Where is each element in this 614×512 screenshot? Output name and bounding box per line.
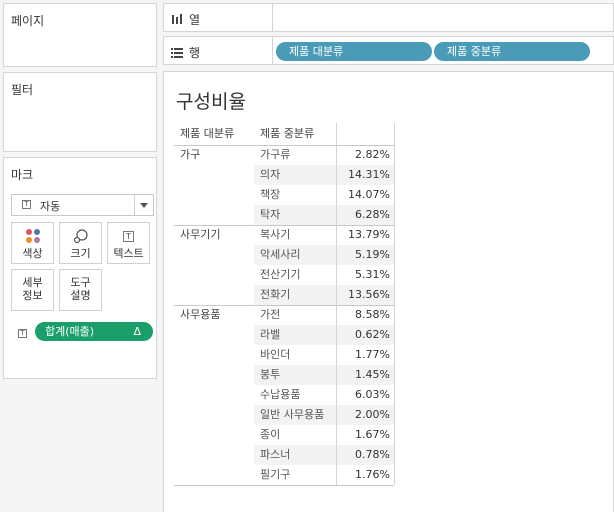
filters-card[interactable]: 필터	[3, 72, 157, 152]
header-major-category[interactable]: 제품 대분류	[174, 123, 254, 145]
measure-pill-sum-sales[interactable]: 합계(매출) Δ	[35, 322, 153, 341]
text-mark-icon: T	[22, 200, 31, 209]
table-row-value[interactable]: 0.62%	[336, 325, 394, 345]
marks-title: 마크	[11, 168, 34, 182]
category-cell[interactable]: 가구	[174, 145, 254, 165]
view-canvas: 구성비율 제품 대분류 제품 중분류 가구 가구류 2.82% 의자 14.31% 책장 1…	[163, 71, 614, 512]
category-cell[interactable]: 사무기기	[174, 225, 254, 245]
table-row-sub-category[interactable]: 바인더	[254, 345, 336, 365]
color-button[interactable]: 색상	[11, 222, 54, 264]
mark-type-dropdown[interactable]: T 자동	[11, 194, 154, 216]
table-row-sub-category[interactable]: 가구류	[254, 145, 336, 165]
category-cell[interactable]: 사무용품	[174, 305, 254, 325]
table-row-value[interactable]: 0.78%	[336, 445, 394, 465]
measure-pill-label: 합계(매출)	[45, 325, 95, 338]
table-row-value[interactable]: 2.00%	[336, 405, 394, 425]
column-divider	[336, 123, 337, 485]
size-icon	[73, 229, 88, 244]
color-dots-icon	[25, 229, 40, 243]
table-row-value[interactable]: 1.67%	[336, 425, 394, 445]
label-button[interactable]: T 텍스트	[107, 222, 150, 264]
group-divider	[174, 485, 394, 486]
tooltip-button[interactable]: 도구 설명	[59, 269, 102, 311]
table-row-value[interactable]: 1.77%	[336, 345, 394, 365]
view-title: 구성비율	[176, 91, 246, 113]
table-row-value[interactable]: 8.58%	[336, 305, 394, 325]
rows-shelf[interactable]: 행 제품 대분류 제품 중분류	[163, 36, 614, 65]
table-row-sub-category[interactable]: 복사기	[254, 225, 336, 245]
table-row-value[interactable]: 6.28%	[336, 205, 394, 225]
mark-type-label: 자동	[40, 200, 61, 213]
filters-title: 필터	[11, 83, 34, 97]
chevron-down-icon[interactable]	[140, 203, 148, 208]
size-button[interactable]: 크기	[59, 222, 102, 264]
table-row-value[interactable]: 13.56%	[336, 285, 394, 305]
rows-label: 행	[189, 46, 201, 60]
marks-card: 마크 T 자동 색상 크기 T 텍스트 세부 정보 도구 설명 T 합계(매출)…	[3, 157, 157, 379]
rows-icon	[171, 47, 183, 58]
table-row-value[interactable]: 14.31%	[336, 165, 394, 185]
column-divider	[394, 123, 395, 485]
shelf-divider	[272, 4, 273, 31]
row-pill-sub-category[interactable]: 제품 중분류	[434, 42, 590, 61]
table-row-sub-category[interactable]: 필기구	[254, 465, 336, 485]
dropdown-separator	[134, 195, 135, 215]
table-row-value[interactable]: 2.82%	[336, 145, 394, 165]
table-row-sub-category[interactable]: 탁자	[254, 205, 336, 225]
table-row-sub-category[interactable]: 파스너	[254, 445, 336, 465]
color-button-label: 색상	[22, 247, 43, 260]
table-row-value[interactable]: 1.45%	[336, 365, 394, 385]
table-row-sub-category[interactable]: 일반 사무용품	[254, 405, 336, 425]
mark-field-row: T 합계(매출) Δ	[11, 321, 154, 343]
table-row-sub-category[interactable]: 악세사리	[254, 245, 336, 265]
tooltip-button-label: 도구 설명	[70, 276, 91, 302]
delta-icon: Δ	[133, 325, 141, 338]
header-sub-category[interactable]: 제품 중분류	[254, 123, 336, 145]
shelf-divider	[272, 37, 273, 64]
pages-title: 페이지	[11, 14, 45, 28]
size-button-label: 크기	[70, 247, 91, 260]
table-row-value[interactable]: 6.03%	[336, 385, 394, 405]
table-row-value[interactable]: 14.07%	[336, 185, 394, 205]
detail-button-label: 세부 정보	[22, 276, 43, 302]
table-row-value[interactable]: 5.31%	[336, 265, 394, 285]
table-row-sub-category[interactable]: 전화기	[254, 285, 336, 305]
detail-button[interactable]: 세부 정보	[11, 269, 54, 311]
table-row-sub-category[interactable]: 라벨	[254, 325, 336, 345]
table-row-sub-category[interactable]: 종이	[254, 425, 336, 445]
table-row-sub-category[interactable]: 전산기기	[254, 265, 336, 285]
text-encoding-icon[interactable]: T	[18, 329, 27, 338]
pages-card[interactable]: 페이지	[3, 3, 157, 67]
table-row-value[interactable]: 13.79%	[336, 225, 394, 245]
table-row-value[interactable]: 5.19%	[336, 245, 394, 265]
table-row-sub-category[interactable]: 책장	[254, 185, 336, 205]
table-row-value[interactable]: 1.76%	[336, 465, 394, 485]
table-row-sub-category[interactable]: 수납용품	[254, 385, 336, 405]
columns-icon	[172, 14, 182, 24]
label-button-label: 텍스트	[113, 247, 144, 260]
table-row-sub-category[interactable]: 봉투	[254, 365, 336, 385]
text-label-icon: T	[123, 230, 134, 242]
columns-label: 열	[189, 13, 201, 27]
table-row-sub-category[interactable]: 가전	[254, 305, 336, 325]
columns-shelf[interactable]: 열	[163, 3, 614, 32]
table-row-sub-category[interactable]: 의자	[254, 165, 336, 185]
row-pill-major-category[interactable]: 제품 대분류	[276, 42, 432, 61]
